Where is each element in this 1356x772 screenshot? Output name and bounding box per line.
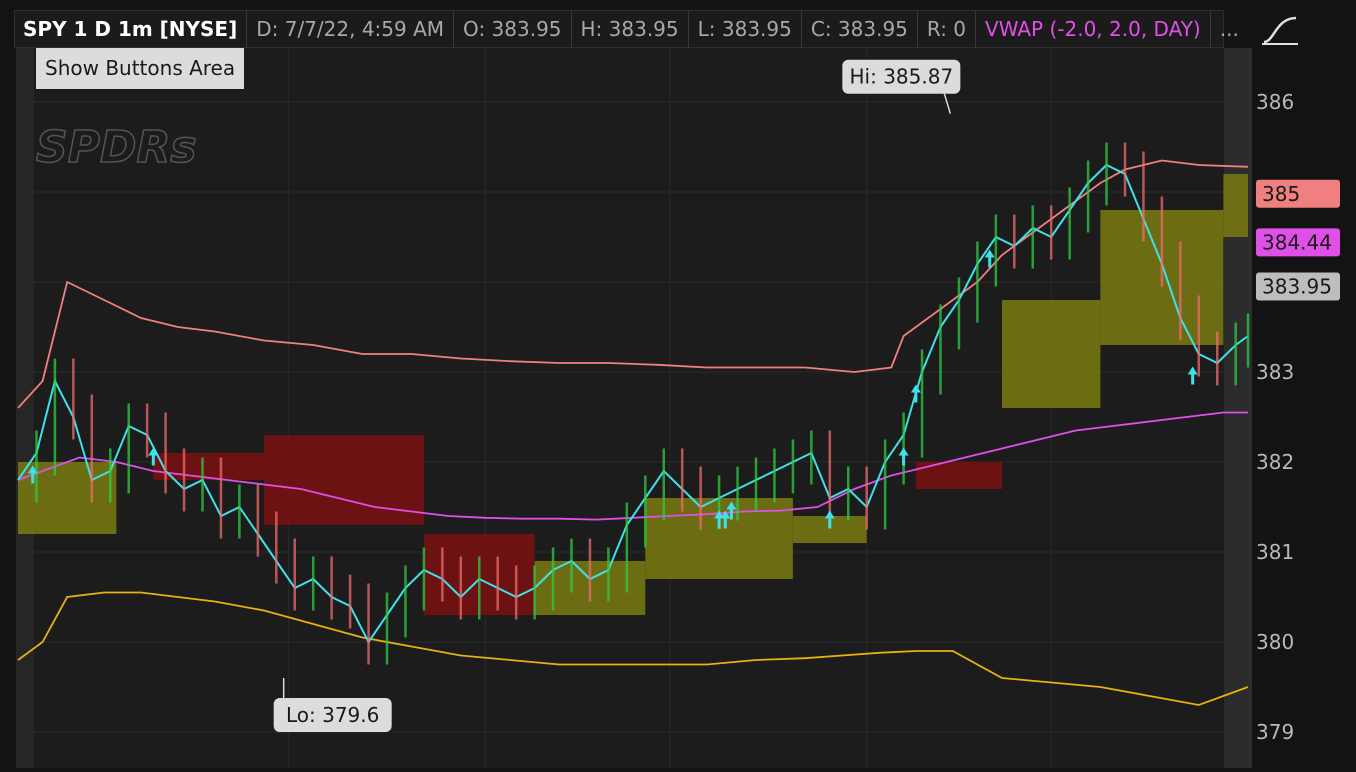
y-tick-label-386: 386 xyxy=(1256,90,1294,114)
symbol-label[interactable]: SPY 1 D 1m [NYSE] xyxy=(15,10,248,48)
y-tick-label-383: 383 xyxy=(1256,360,1294,384)
y-tick-label-382: 382 xyxy=(1256,450,1294,474)
high-readout: H: 383.95 xyxy=(572,10,689,48)
price-label-text-1: 384.44 xyxy=(1262,230,1332,254)
y-tick-label-381: 381 xyxy=(1256,540,1294,564)
cloud-segment-10 xyxy=(1223,174,1248,237)
vwap-study-label[interactable]: VWAP (-2.0, 2.0, DAY) xyxy=(976,10,1211,48)
watermark: SPDRs xyxy=(35,121,197,174)
price-labels: 385 384.44 383.95 xyxy=(1256,179,1340,301)
low-readout: L: 383.95 xyxy=(689,10,802,48)
price-chart[interactable]: SPDRs Hi: 385.87Lo: 379.6 38638538438338… xyxy=(0,0,1356,772)
price-label-text-0: 385 xyxy=(1262,182,1300,206)
more-studies-button[interactable]: ... xyxy=(1211,10,1248,48)
annotation-label-0: Hi: 385.87 xyxy=(850,65,954,89)
chart-header: SPY 1 D 1m [NYSE] D: 7/7/22, 4:59 AM O: … xyxy=(14,10,1239,48)
annotation-label-1: Lo: 379.6 xyxy=(286,703,379,727)
expansion-area xyxy=(1224,48,1252,768)
open-readout: O: 383.95 xyxy=(454,10,572,48)
y-tick-label-379: 379 xyxy=(1256,720,1294,744)
date-readout: D: 7/7/22, 4:59 AM xyxy=(247,10,455,48)
cloud-segment-2 xyxy=(264,435,424,525)
price-label-text-2: 383.95 xyxy=(1262,275,1332,299)
drawing-tool-icon[interactable] xyxy=(1260,12,1300,48)
cloud-segment-8 xyxy=(1002,300,1101,408)
watermark-text: SPDRs xyxy=(36,122,197,173)
range-readout: R: 0 xyxy=(918,10,977,48)
close-readout: C: 383.95 xyxy=(802,10,918,48)
show-buttons-area-button[interactable]: Show Buttons Area xyxy=(36,48,245,89)
y-tick-label-380: 380 xyxy=(1256,630,1294,654)
